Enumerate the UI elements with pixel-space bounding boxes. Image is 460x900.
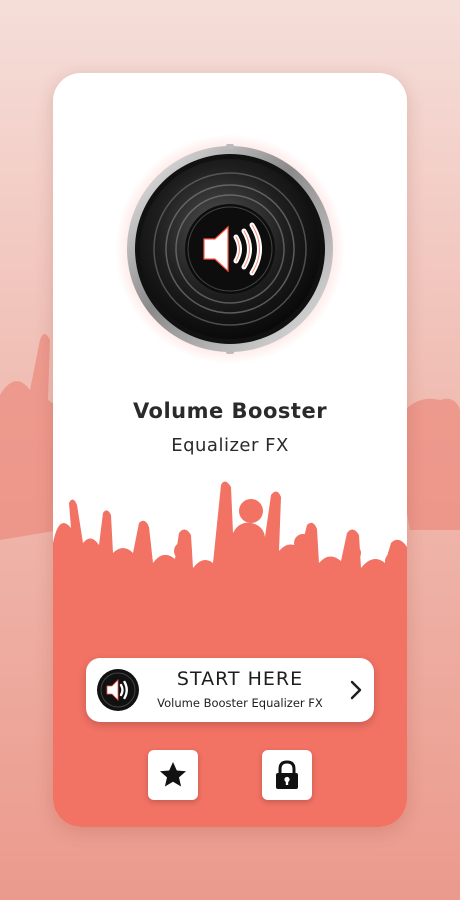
main-card: Volume Booster Equalizer FX START HERE V…	[53, 73, 407, 827]
crowd-silhouette	[53, 481, 407, 623]
app-title: Volume Booster	[132, 399, 328, 423]
start-here-label: START HERE	[176, 668, 304, 690]
start-here-sublabel: Volume Booster Equalizer FX	[157, 696, 323, 710]
start-here-button[interactable]: START HERE Volume Booster Equalizer FX	[86, 658, 374, 722]
speaker-volume-icon	[97, 669, 139, 711]
star-icon	[160, 762, 186, 787]
app-subtitle: Equalizer FX	[171, 435, 289, 456]
speaker-graphic	[115, 134, 345, 364]
lock-button[interactable]	[262, 750, 312, 800]
rate-button[interactable]	[148, 750, 198, 800]
chevron-right-icon	[350, 680, 362, 700]
lock-icon	[276, 760, 298, 789]
